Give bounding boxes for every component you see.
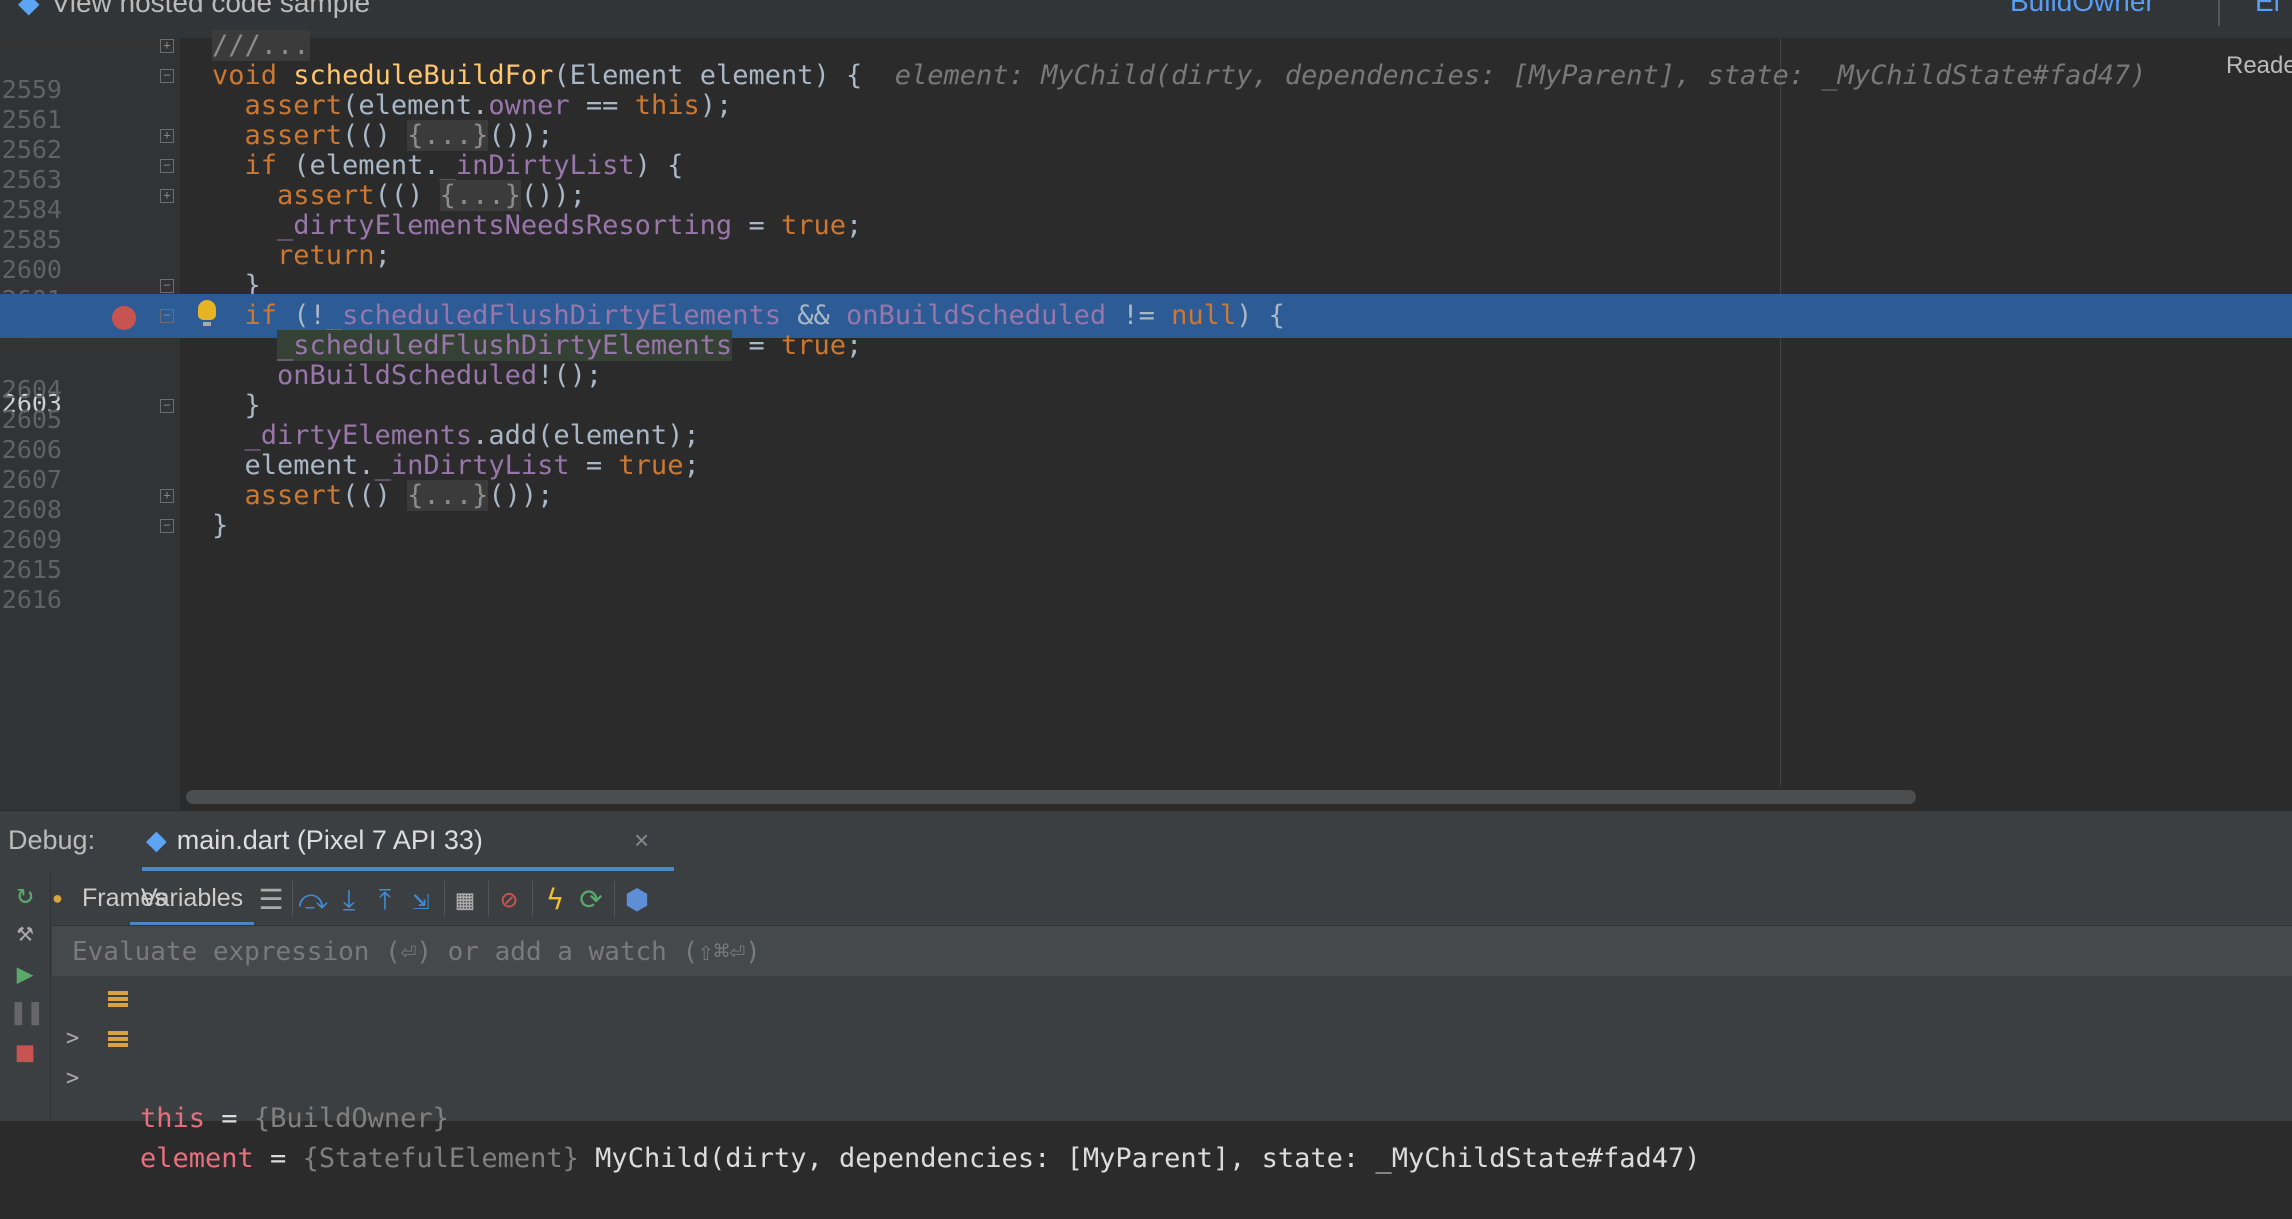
flutter-icon: ◆ bbox=[146, 825, 167, 855]
step-over-icon[interactable]: ⤼ bbox=[296, 883, 330, 917]
debug-label: Debug: bbox=[8, 825, 96, 855]
fold-collapse-icon[interactable]: − bbox=[160, 69, 174, 83]
stop-icon[interactable]: ■ bbox=[10, 1037, 40, 1067]
fold-expand-icon[interactable]: + bbox=[160, 489, 174, 503]
evaluate-expression-input[interactable] bbox=[70, 932, 1274, 972]
flutter-icon: ◆ bbox=[18, 0, 40, 18]
variable-type: {BuildOwner} bbox=[253, 1103, 449, 1134]
fold-end-icon[interactable]: − bbox=[160, 279, 174, 293]
fold-end-icon[interactable]: − bbox=[160, 519, 174, 533]
hot-restart-icon[interactable]: ⟳ bbox=[574, 883, 608, 917]
breadcrumb-next[interactable]: El bbox=[2255, 0, 2280, 18]
run-to-cursor-icon[interactable]: ⇲ bbox=[404, 883, 438, 917]
session-name: main.dart (Pixel 7 API 33) bbox=[176, 825, 483, 855]
line-number: 2616 bbox=[1, 585, 62, 614]
toolbar-separator bbox=[292, 881, 293, 917]
fold-collapse-icon[interactable]: − bbox=[160, 309, 174, 323]
code-editor[interactable]: Reade 2559 + ///... 2561 − void schedule… bbox=[0, 30, 2292, 810]
dart-devtools-icon[interactable]: ⬢ bbox=[620, 883, 654, 917]
tab-variables[interactable]: Variables bbox=[130, 871, 254, 925]
wrench-icon[interactable]: ⚒ bbox=[10, 917, 40, 947]
code-line[interactable]: 2616 bbox=[0, 534, 2292, 614]
fold-expand-icon[interactable]: + bbox=[160, 189, 174, 203]
fold-end-icon[interactable]: − bbox=[160, 399, 174, 413]
variable-value: MyChild(dirty, dependencies: [MyParent],… bbox=[578, 1143, 1701, 1174]
hot-reload-icon[interactable]: ϟ bbox=[538, 883, 572, 917]
variable-row-this[interactable]: > this = {BuildOwner} bbox=[52, 979, 449, 1134]
variable-name: element bbox=[140, 1143, 254, 1174]
evaluate-expression-icon[interactable]: ▦ bbox=[448, 883, 482, 917]
layout-menu-icon[interactable]: ☰ bbox=[254, 883, 288, 917]
debug-session-tab[interactable]: ◆ main.dart (Pixel 7 API 33) bbox=[146, 825, 483, 856]
view-hosted-code-sample-link[interactable]: ◆ View hosted code sample bbox=[18, 0, 370, 19]
rerun-icon[interactable]: ↻ bbox=[10, 879, 40, 909]
fold-collapse-icon[interactable]: − bbox=[160, 159, 174, 173]
toolbar-separator bbox=[614, 881, 615, 917]
toolbar-separator bbox=[532, 881, 533, 917]
close-icon[interactable]: × bbox=[634, 825, 649, 856]
scrollbar-thumb[interactable] bbox=[186, 790, 1916, 804]
hosted-label: View hosted code sample bbox=[51, 0, 371, 18]
debug-toolbar: ● Frames Variables ☰ ⤼ ⤓ ⤒ ⇲ ▦ ⊘ ϟ ⟳ ⬢ bbox=[52, 871, 2292, 926]
variable-row-element[interactable]: > element = {StatefulElement} MyChild(di… bbox=[52, 1019, 1701, 1174]
breadcrumb-separator bbox=[2218, 0, 2220, 26]
toolbar-separator bbox=[444, 881, 445, 917]
debug-side-toolbar: ↻ ⚒ ▶ ❚❚ ■ bbox=[0, 871, 51, 1121]
watch-bar bbox=[52, 926, 2292, 976]
resume-icon[interactable]: ▶ bbox=[10, 959, 40, 989]
field-icon bbox=[108, 1031, 128, 1049]
step-out-icon[interactable]: ⤒ bbox=[368, 883, 402, 917]
frames-icon: ● bbox=[52, 888, 63, 908]
mute-breakpoints-icon[interactable]: ⊘ bbox=[492, 883, 526, 917]
variable-name: this bbox=[140, 1103, 206, 1134]
fold-expand-icon[interactable]: + bbox=[160, 39, 174, 53]
debug-tool-window: Debug: ◆ main.dart (Pixel 7 API 33) × ↻ … bbox=[0, 810, 2292, 1174]
pause-icon[interactable]: ❚❚ bbox=[10, 997, 44, 1027]
fold-expand-icon[interactable]: + bbox=[160, 129, 174, 143]
horizontal-scrollbar[interactable] bbox=[180, 786, 2292, 810]
debug-header: Debug: ◆ main.dart (Pixel 7 API 33) × bbox=[0, 811, 2292, 871]
breadcrumb-buildowner[interactable]: BuildOwner bbox=[2010, 0, 2155, 18]
step-into-icon[interactable]: ⤓ bbox=[332, 883, 366, 917]
toolbar-separator bbox=[488, 881, 489, 917]
variable-type: {StatefulElement} bbox=[302, 1143, 579, 1174]
expand-arrow-icon[interactable]: > bbox=[66, 1059, 79, 1099]
field-icon bbox=[108, 991, 128, 1009]
